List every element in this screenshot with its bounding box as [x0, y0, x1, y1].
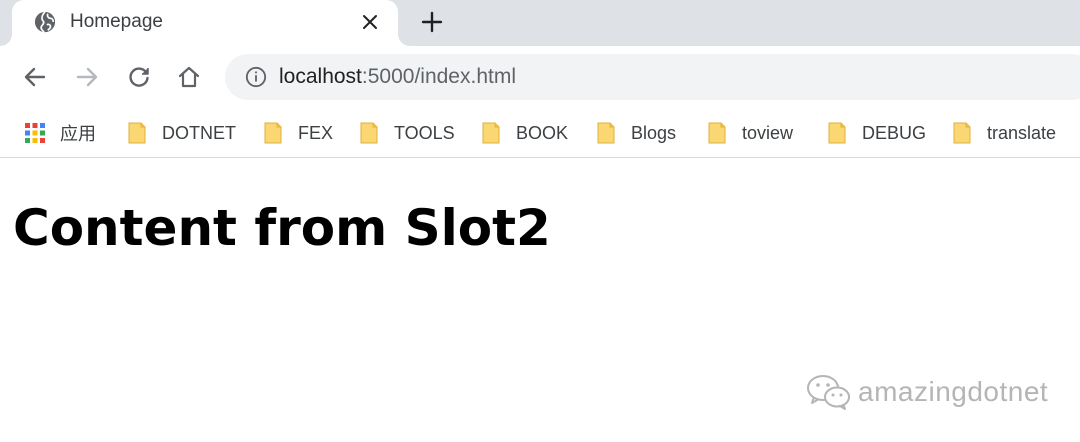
bookmark-label: BOOK	[516, 122, 569, 143]
bookmark-label: Blogs	[631, 122, 677, 143]
url-host: localhost	[279, 65, 362, 88]
tab-strip: Homepage	[0, 0, 1080, 46]
browser-toolbar: localhost:5000/index.html	[0, 46, 1080, 108]
page-heading: Content from Slot2	[13, 199, 551, 257]
home-icon	[178, 66, 200, 88]
bookmark-folder[interactable]: DOTNET	[128, 118, 236, 148]
globe-icon	[34, 11, 56, 33]
watermark-text: amazingdotnet	[858, 376, 1049, 407]
home-button[interactable]	[174, 62, 204, 92]
wechat-icon	[807, 375, 850, 410]
tab-homepage[interactable]: Homepage	[12, 0, 398, 46]
watermark: amazingdotnet	[806, 372, 1048, 412]
close-icon	[363, 15, 377, 29]
bookmark-label: translate	[987, 122, 1057, 143]
tab-title: Homepage	[70, 11, 163, 32]
bookmark-folder[interactable]: DEBUG	[828, 118, 926, 148]
back-button[interactable]	[20, 62, 50, 92]
bookmarks-bar: 应用 DOTNET FEX TOOLS BOOK Blogs toview DE…	[0, 108, 1080, 158]
bookmark-folder[interactable]: translate	[953, 118, 1056, 148]
folder-icon	[360, 122, 378, 144]
bookmark-apps[interactable]: 应用	[24, 118, 96, 148]
forward-arrow-icon	[76, 67, 98, 87]
folder-icon	[953, 122, 971, 144]
bookmark-folder[interactable]: toview	[708, 118, 793, 148]
url-text[interactable]: localhost:5000/index.html	[279, 65, 516, 89]
folder-icon	[128, 122, 146, 144]
bookmark-folder[interactable]: FEX	[264, 118, 333, 148]
bookmark-folder[interactable]: BOOK	[482, 118, 568, 148]
folder-icon	[264, 122, 282, 144]
plus-icon	[421, 11, 443, 33]
bookmark-folder[interactable]: Blogs	[597, 118, 676, 148]
bookmark-label: TOOLS	[394, 122, 455, 143]
address-bar[interactable]: localhost:5000/index.html	[225, 54, 1080, 100]
bookmark-label: DOTNET	[162, 122, 236, 143]
folder-icon	[597, 122, 615, 144]
new-tab-button[interactable]	[418, 8, 446, 36]
reload-icon	[129, 67, 149, 87]
info-icon[interactable]	[245, 66, 267, 88]
bookmark-label: toview	[742, 122, 794, 143]
apps-grid-icon	[25, 123, 45, 143]
folder-icon	[828, 122, 846, 144]
tab-close-button[interactable]	[358, 10, 382, 34]
bookmark-label: FEX	[298, 122, 334, 143]
url-path: :5000/index.html	[361, 65, 516, 88]
bookmark-label: DEBUG	[862, 122, 927, 143]
bookmark-folder[interactable]: TOOLS	[360, 118, 455, 148]
forward-button[interactable]	[72, 62, 102, 92]
back-arrow-icon	[24, 67, 46, 87]
bookmark-label: 应用	[60, 124, 96, 144]
folder-icon	[482, 122, 500, 144]
reload-button[interactable]	[124, 62, 154, 92]
folder-icon	[708, 122, 726, 144]
